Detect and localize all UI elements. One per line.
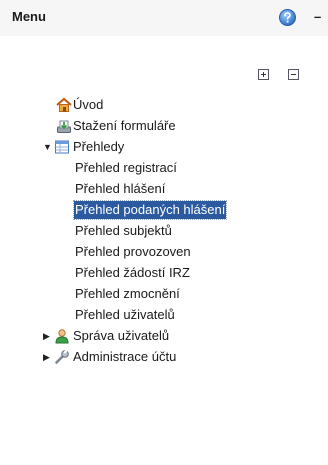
wrench-icon [55,349,69,364]
tree-item-label: Přehled registrací [75,160,177,175]
expanded-arrow-icon[interactable]: ▼ [43,138,53,156]
tree-item-label: Stažení formuláře [73,118,176,133]
tree-item-label-selected: Přehled podaných hlášení [72,200,228,220]
tree-item-label: Přehled zmocnění [75,286,180,301]
minimize-button[interactable]: – [314,9,321,24]
tree-item-label: Přehled provozoven [75,244,191,259]
tree-item-label: Přehled hlášení [75,181,166,196]
help-icon[interactable] [279,9,296,26]
expand-all-icon[interactable] [258,69,269,80]
collapsed-arrow-icon[interactable]: ▶ [43,348,53,366]
tree-item-label: Správa uživatelů [73,328,170,343]
tree-item-label: Administrace účtu [73,349,177,364]
menu-title: Menu [12,9,46,24]
tree-item-label: Přehled žádostí IRZ [75,265,190,280]
download-icon [57,120,71,133]
menu-header: Menu – [0,0,328,36]
collapse-all-icon[interactable] [288,69,299,80]
tree-item-label: Přehledy [73,139,125,154]
tree-item-label: Přehled uživatelů [75,307,175,322]
table-icon [55,140,69,154]
tree-item-label: Úvod [73,97,104,112]
tree-item-label: Přehled subjektů [75,223,172,238]
collapsed-arrow-icon[interactable]: ▶ [43,327,53,345]
home-icon [56,97,72,112]
users-icon [55,329,69,344]
